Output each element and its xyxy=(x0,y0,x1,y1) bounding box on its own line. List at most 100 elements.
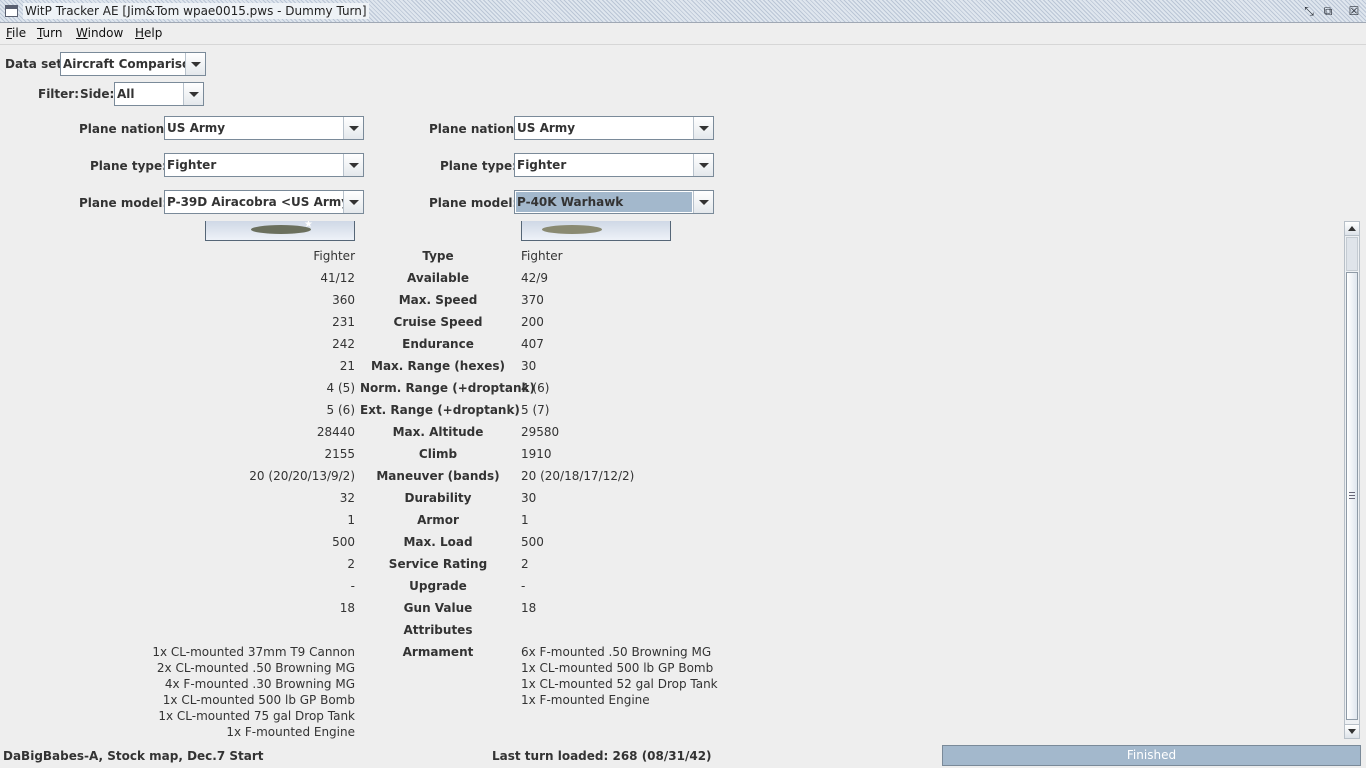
left-type-value: Fighter xyxy=(167,158,217,172)
attribute-label: Attributes xyxy=(403,623,473,637)
dataset-select[interactable]: Aircraft Comparison xyxy=(60,52,206,76)
left-armament-item: 2x CL-mounted .50 Browning MG xyxy=(156,661,355,675)
attribute-label: Durability xyxy=(404,491,472,505)
left-armament-item: 1x CL-mounted 500 lb GP Bomb xyxy=(162,693,355,707)
attribute-label: Max. Range (hexes) xyxy=(371,359,505,373)
chevron-down-icon[interactable] xyxy=(343,117,363,139)
dataset-label: Data set: xyxy=(5,57,67,71)
scroll-down-icon[interactable] xyxy=(1345,724,1359,738)
right-model-label: Plane model: xyxy=(429,196,518,210)
right-type-select[interactable]: Fighter xyxy=(514,153,714,177)
menu-help-label: elp xyxy=(144,26,163,40)
right-value: 2 xyxy=(521,557,529,571)
right-nation-select[interactable]: US Army xyxy=(514,116,714,140)
restore-icon[interactable]: ⤡ xyxy=(1302,4,1316,18)
chevron-down-icon[interactable] xyxy=(693,154,713,176)
left-nation-label: Plane nation: xyxy=(79,122,169,136)
chevron-down-icon[interactable] xyxy=(343,191,363,213)
window-title: WitP Tracker AE [Jim&Tom wpae0015.pws - … xyxy=(23,3,369,19)
right-armament-item: 1x F-mounted Engine xyxy=(521,693,650,707)
scenario-status: DaBigBabes-A, Stock map, Dec.7 Start xyxy=(3,749,264,763)
left-value: 20 (20/20/13/9/2) xyxy=(249,469,355,483)
grip-icon xyxy=(1349,492,1355,499)
attribute-label: Ext. Range (+droptank) xyxy=(360,403,520,417)
close-icon[interactable]: ☒ xyxy=(1347,4,1361,18)
attribute-label: Service Rating xyxy=(388,557,488,571)
left-armament-item: 4x F-mounted .30 Browning MG xyxy=(164,677,355,691)
right-armament-list: 6x F-mounted .50 Browning MG 1x CL-mount… xyxy=(521,644,921,708)
menu-help[interactable]: Help xyxy=(135,26,162,40)
right-type-value: Fighter xyxy=(517,158,567,172)
side-value: All xyxy=(117,87,135,101)
left-type-select[interactable]: Fighter xyxy=(164,153,364,177)
menu-window-label: indow xyxy=(87,26,124,40)
right-value: 407 xyxy=(521,337,544,351)
right-value: 29580 xyxy=(521,425,560,439)
progress-bar: Finished xyxy=(942,745,1361,766)
right-armament-item: 1x CL-mounted 52 gal Drop Tank xyxy=(521,677,718,691)
armament-label: Armament xyxy=(402,645,474,659)
left-armament-list: 1x CL-mounted 37mm T9 Cannon 2x CL-mount… xyxy=(100,644,355,740)
right-value: 20 (20/18/17/12/2) xyxy=(521,469,635,483)
menu-window[interactable]: Window xyxy=(76,26,123,40)
star-insignia-icon: ★ xyxy=(304,221,313,230)
attribute-label: Max. Altitude xyxy=(392,425,484,439)
right-type-label: Plane type: xyxy=(440,159,517,173)
right-value: Fighter xyxy=(521,249,563,263)
scroll-up-icon[interactable] xyxy=(1345,222,1359,236)
left-armament-item: 1x F-mounted Engine xyxy=(226,725,355,739)
left-value: 41/12 xyxy=(320,271,355,285)
maximize-icon[interactable]: ⧉ xyxy=(1321,4,1335,18)
right-value: 1 xyxy=(521,513,529,527)
chevron-down-icon[interactable] xyxy=(693,117,713,139)
vertical-scrollbar[interactable] xyxy=(1344,221,1360,739)
menu-turn[interactable]: Turn xyxy=(37,26,62,40)
right-value: 200 xyxy=(521,315,544,329)
side-select[interactable]: All xyxy=(114,82,204,106)
left-value: 4 (5) xyxy=(326,381,355,395)
left-armament-item: 1x CL-mounted 37mm T9 Cannon xyxy=(152,645,355,659)
right-value: 30 xyxy=(521,491,537,505)
right-model-value: P-40K Warhawk xyxy=(517,195,624,209)
menu-turn-label: urn xyxy=(42,26,63,40)
left-value: 18 xyxy=(339,601,355,615)
right-plane-image xyxy=(521,221,671,241)
left-value: 5 (6) xyxy=(326,403,355,417)
left-nation-select[interactable]: US Army xyxy=(164,116,364,140)
left-armament-item: 1x CL-mounted 75 gal Drop Tank xyxy=(158,709,355,723)
right-value: 42/9 xyxy=(521,271,548,285)
plane-fuselage-icon xyxy=(251,225,311,234)
scroll-thumb[interactable] xyxy=(1346,272,1358,720)
chevron-down-icon[interactable] xyxy=(183,83,203,105)
left-value: 500 xyxy=(332,535,355,549)
left-value: 360 xyxy=(332,293,355,307)
attribute-label: Norm. Range (+droptank) xyxy=(360,381,535,395)
attribute-label: Type xyxy=(422,249,454,263)
app-window-icon[interactable] xyxy=(5,5,18,17)
attribute-label: Gun Value xyxy=(403,601,473,615)
menu-bar: File Turn Window Help xyxy=(0,23,1366,45)
left-model-select[interactable]: P-39D Airacobra <US Army> xyxy=(164,190,364,214)
chevron-down-icon[interactable] xyxy=(185,53,205,75)
left-model-value: P-39D Airacobra <US Army> xyxy=(167,195,360,209)
left-value: 1 xyxy=(347,513,355,527)
chevron-down-icon[interactable] xyxy=(693,191,713,213)
scroll-track[interactable] xyxy=(1346,237,1358,271)
left-nation-value: US Army xyxy=(167,121,226,135)
right-model-select[interactable]: P-40K Warhawk xyxy=(514,190,714,214)
left-type-label: Plane type: xyxy=(90,159,167,173)
menu-window-mnemonic: W xyxy=(76,26,88,40)
right-value: - xyxy=(521,579,526,593)
right-armament-item: 6x F-mounted .50 Browning MG xyxy=(521,645,712,659)
attribute-label: Upgrade xyxy=(409,579,467,593)
attribute-label: Endurance xyxy=(402,337,474,351)
menu-file[interactable]: File xyxy=(6,26,26,40)
dataset-value: Aircraft Comparison xyxy=(63,57,199,71)
left-value: 2 xyxy=(347,557,355,571)
right-value: 500 xyxy=(521,535,544,549)
title-bar[interactable]: WitP Tracker AE [Jim&Tom wpae0015.pws - … xyxy=(0,0,1366,23)
right-value: 5 (7) xyxy=(521,403,550,417)
chevron-down-icon[interactable] xyxy=(343,154,363,176)
left-plane-image: ★ xyxy=(205,221,355,241)
right-value: 1910 xyxy=(521,447,552,461)
